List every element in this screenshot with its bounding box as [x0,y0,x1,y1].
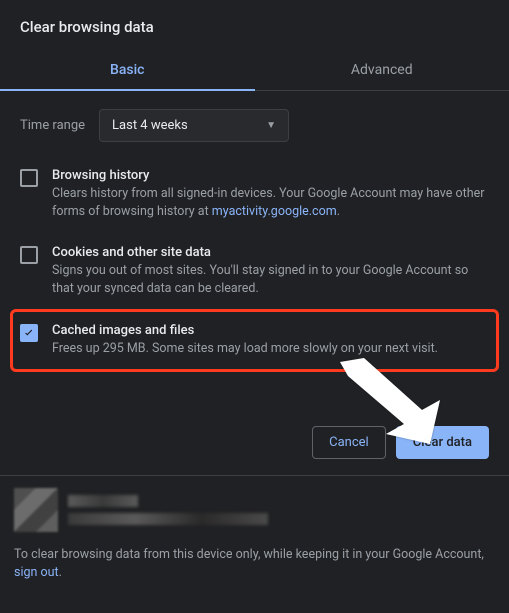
option-browsing-history[interactable]: Browsing history Clears history from all… [14,156,495,233]
account-row-redacted [14,488,495,532]
below-dialog-area: To clear browsing data from this device … [0,475,509,598]
option-cookies[interactable]: Cookies and other site data Signs you ou… [14,233,495,310]
clear-data-button[interactable]: Clear data [396,426,489,459]
option-desc: Frees up 295 MB. Some sites may load mor… [52,340,489,358]
option-title: Browsing history [52,168,489,183]
options-list: Browsing history Clears history from all… [0,150,509,370]
option-text: Cookies and other site data Signs you ou… [52,245,489,298]
time-range-select[interactable]: Last 4 weeks ▼ [99,109,289,142]
clear-browsing-data-dialog: Clear browsing data Basic Advanced Time … [0,0,509,597]
avatar-redacted [14,488,58,532]
option-title: Cached images and files [52,323,489,338]
footer-post: . [59,565,62,580]
dialog-actions: Cancel Clear data [0,370,509,475]
option-cached-images[interactable]: Cached images and files Frees up 295 MB.… [12,311,497,370]
time-range-row: Time range Last 4 weeks ▼ [0,91,509,150]
footer-text: To clear browsing data from this device … [14,546,495,584]
option-desc: Signs you out of most sites. You'll stay… [52,262,489,298]
time-range-value: Last 4 weeks [112,118,188,133]
tabs: Basic Advanced [0,50,509,91]
option-text: Cached images and files Frees up 295 MB.… [52,323,489,358]
chevron-down-icon: ▼ [266,120,276,131]
sign-out-link[interactable]: sign out [14,565,59,580]
option-desc-post: . [337,204,340,219]
footer-pre: To clear browsing data from this device … [14,547,484,562]
checkbox-cached-images[interactable] [20,324,38,342]
option-text: Browsing history Clears history from all… [52,168,489,221]
tab-basic[interactable]: Basic [0,50,255,90]
checkbox-cookies[interactable] [20,246,38,264]
dialog-title: Clear browsing data [0,0,509,50]
time-range-label: Time range [20,118,85,133]
account-text-redacted [68,495,268,525]
option-title: Cookies and other site data [52,245,489,260]
cancel-button[interactable]: Cancel [312,426,386,459]
checkbox-browsing-history[interactable] [20,169,38,187]
tab-advanced[interactable]: Advanced [255,50,509,90]
option-desc: Clears history from all signed-in device… [52,185,489,221]
myactivity-link[interactable]: myactivity.google.com [212,204,337,219]
